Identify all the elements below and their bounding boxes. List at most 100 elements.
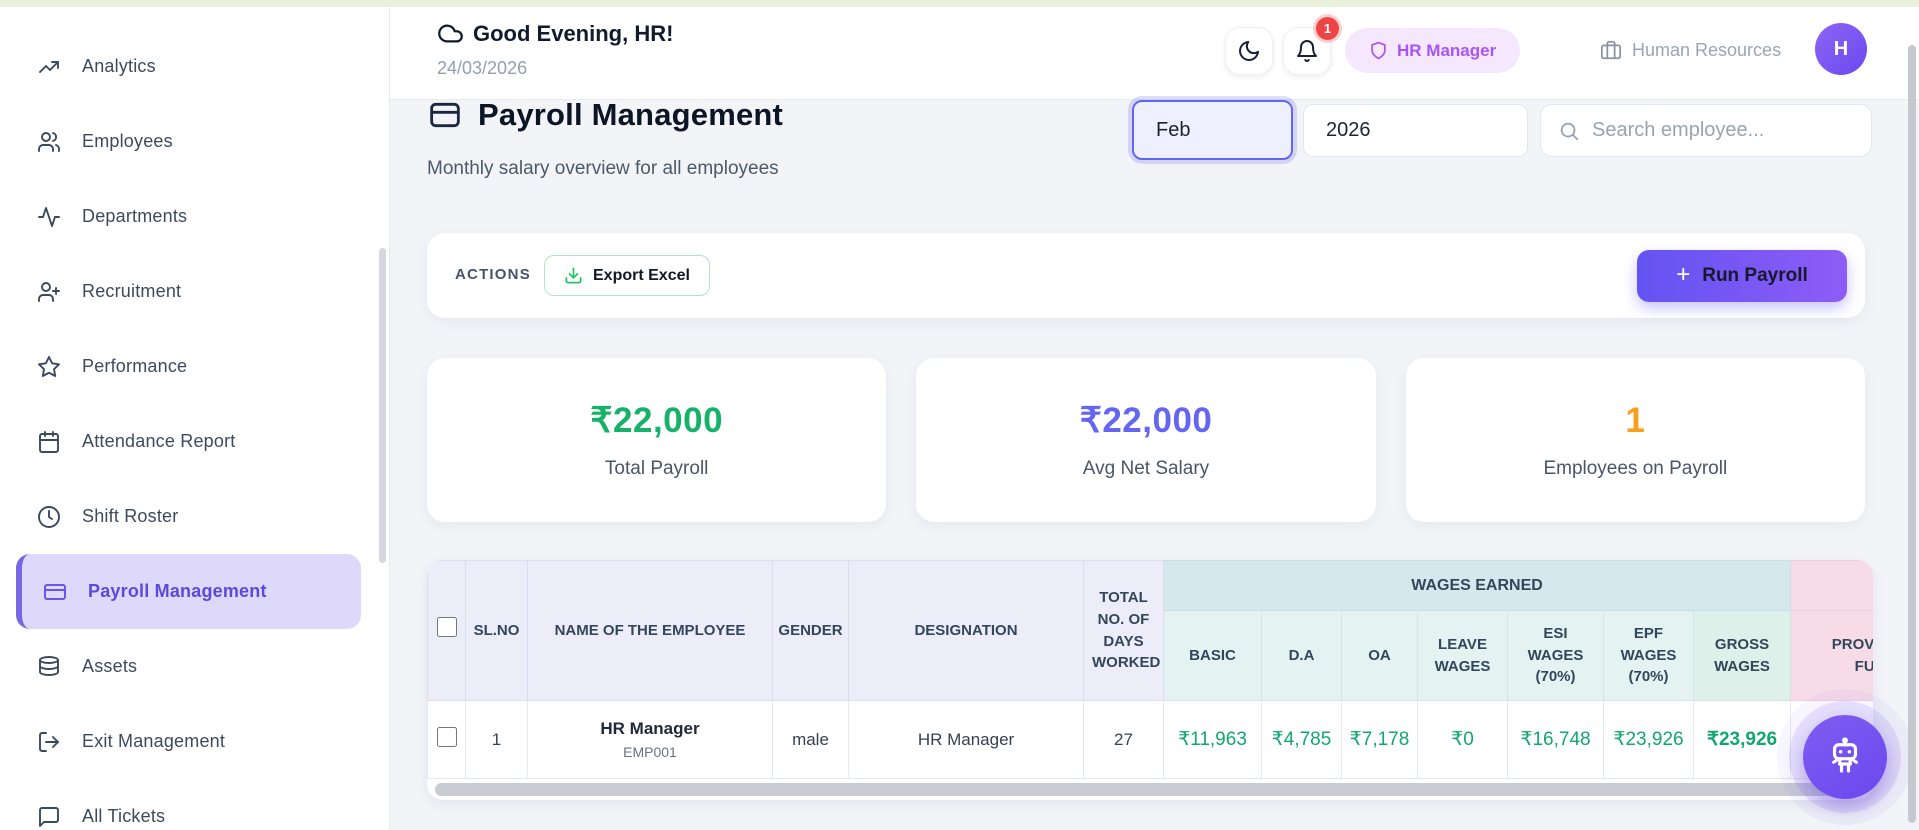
- total-payroll-label: Total Payroll: [604, 457, 709, 479]
- cell-days-worked: 27: [1083, 700, 1164, 779]
- table-row[interactable]: 1 HR Manager EMP001 male HR Manager 27 ₹…: [427, 700, 1873, 779]
- search-icon: [1558, 120, 1580, 142]
- sidebar: Analytics Employees Departments Recruitm…: [0, 7, 390, 830]
- year-select-value: 2026: [1326, 119, 1371, 141]
- briefcase-icon: [1600, 39, 1622, 61]
- role-badge[interactable]: HR Manager: [1345, 28, 1521, 73]
- cell-gross-wages: ₹23,926: [1692, 700, 1792, 779]
- sidebar-item-label: Exit Management: [82, 731, 226, 751]
- stat-card-avg-net-salary: ₹22,000 Avg Net Salary: [916, 358, 1376, 522]
- sidebar-scrollbar-thumb[interactable]: [379, 248, 386, 563]
- stat-card-employees-on-payroll: 1 Employees on Payroll: [1405, 358, 1865, 522]
- select-all-checkbox[interactable]: [436, 617, 457, 638]
- plus-icon: +: [1676, 261, 1691, 288]
- col-header-name: NAME OF THE EMPLOYEE: [527, 560, 773, 701]
- avatar[interactable]: H: [1815, 23, 1867, 75]
- actions-card: ACTIONS Export Excel + Run Payroll: [427, 233, 1865, 318]
- col-header-designation: DESIGNATION: [848, 560, 1084, 701]
- activity-icon: [37, 205, 61, 229]
- payroll-title-icon: [427, 99, 463, 131]
- export-excel-label: Export Excel: [593, 266, 690, 284]
- stats-row: ₹22,000 Total Payroll ₹22,000 Avg Net Sa…: [427, 358, 1865, 522]
- page-subtitle: Monthly salary overview for all employee…: [427, 158, 779, 179]
- cell-employee-name: HR Manager EMP001: [527, 700, 773, 779]
- department-label: Human Resources: [1632, 39, 1782, 60]
- top-header: Good Evening, HR! 24/03/2026 1 HR Manage…: [390, 7, 1919, 100]
- credit-card-icon: [43, 580, 67, 604]
- payroll-table-card: SL.NO NAME OF THE EMPLOYEE GENDER DESIGN…: [427, 560, 1873, 800]
- employee-id: EMP001: [623, 744, 677, 760]
- month-select[interactable]: Feb: [1132, 100, 1293, 160]
- moon-icon: [1237, 39, 1261, 63]
- sidebar-item-label: Employees: [82, 131, 173, 151]
- search-input[interactable]: [1592, 119, 1842, 142]
- page-vertical-scrollbar[interactable]: [1908, 45, 1916, 823]
- employee-search: [1540, 104, 1872, 157]
- sidebar-item-label: Shift Roster: [82, 506, 179, 526]
- year-select[interactable]: 2026: [1303, 104, 1528, 157]
- cell-designation: HR Manager: [848, 700, 1084, 779]
- bell-icon: [1295, 39, 1319, 63]
- dark-mode-toggle[interactable]: [1225, 27, 1273, 75]
- table-horizontal-scrollbar[interactable]: [435, 783, 1861, 796]
- cell-epf-wages: ₹23,926: [1603, 700, 1694, 779]
- col-header-gross-wages: GROSS WAGES: [1692, 610, 1792, 701]
- cell-basic: ₹11,963: [1163, 700, 1262, 779]
- sidebar-item-recruitment[interactable]: Recruitment: [0, 254, 389, 329]
- avg-net-salary-label: Avg Net Salary: [1082, 457, 1210, 479]
- export-excel-button[interactable]: Export Excel: [544, 255, 710, 296]
- top-accent-strip: [0, 0, 1919, 7]
- col-header-days-worked: TOTAL NO. OF DAYS WORKED: [1083, 560, 1164, 701]
- clock-icon: [37, 505, 61, 529]
- database-icon: [37, 655, 61, 679]
- run-payroll-button[interactable]: + Run Payroll: [1637, 250, 1847, 302]
- message-square-icon: [37, 805, 61, 829]
- provident-fund-group-spacer: [1790, 560, 1873, 611]
- employee-name: HR Manager: [600, 719, 700, 738]
- col-header-basic: BASIC: [1163, 610, 1262, 701]
- sidebar-item-shift-roster[interactable]: Shift Roster: [0, 479, 389, 554]
- sidebar-item-label: Recruitment: [82, 281, 182, 301]
- cell-slno: 1: [465, 700, 528, 779]
- col-header-leave-wages: LEAVE WAGES: [1417, 610, 1508, 701]
- sidebar-item-assets[interactable]: Assets: [0, 629, 389, 704]
- sidebar-item-label: Payroll Management: [88, 581, 267, 601]
- col-header-epf-wages: EPF WAGES (70%): [1603, 610, 1694, 701]
- sidebar-item-employees[interactable]: Employees: [0, 104, 389, 179]
- cell-leave-wages: ₹0: [1417, 700, 1508, 779]
- col-header-da: D.A: [1261, 610, 1342, 701]
- total-payroll-value: ₹22,000: [590, 400, 724, 440]
- user-plus-icon: [37, 280, 61, 304]
- header-date: 24/03/2026: [437, 58, 528, 78]
- sidebar-item-exit-management[interactable]: Exit Management: [0, 704, 389, 779]
- sidebar-item-label: All Tickets: [82, 806, 166, 826]
- col-header-oa: OA: [1341, 610, 1418, 701]
- row-checkbox[interactable]: [436, 727, 457, 747]
- greeting-text: Good Evening, HR!: [473, 20, 674, 46]
- employees-on-payroll-value: 1: [1625, 400, 1646, 440]
- trending-up-icon: [37, 55, 61, 79]
- robot-icon: [1824, 736, 1866, 778]
- chatbot-fab[interactable]: [1803, 715, 1887, 799]
- sidebar-item-attendance-report[interactable]: Attendance Report: [0, 404, 389, 479]
- notification-badge: 1: [1316, 17, 1339, 40]
- cell-esi-wages: ₹16,748: [1507, 700, 1604, 779]
- sidebar-item-payroll-management[interactable]: Payroll Management: [16, 554, 361, 629]
- department-indicator: Human Resources: [1600, 39, 1781, 61]
- sidebar-item-label: Attendance Report: [82, 431, 236, 451]
- actions-section-label: ACTIONS: [455, 266, 531, 283]
- cloud-icon: [437, 20, 464, 47]
- run-payroll-label: Run Payroll: [1702, 265, 1808, 286]
- sidebar-item-analytics[interactable]: Analytics: [0, 29, 389, 104]
- calendar-icon: [37, 430, 61, 454]
- col-header-esi-wages: ESI WAGES (70%): [1507, 610, 1604, 701]
- wages-earned-group-header: WAGES EARNED: [1162, 560, 1792, 611]
- sidebar-item-departments[interactable]: Departments: [0, 179, 389, 254]
- cell-gender: male: [772, 700, 849, 779]
- sidebar-item-all-tickets[interactable]: All Tickets: [0, 779, 389, 830]
- download-icon: [564, 266, 583, 285]
- sidebar-item-performance[interactable]: Performance: [0, 329, 389, 404]
- avg-net-salary-value: ₹22,000: [1079, 400, 1213, 440]
- select-all-cell: [427, 560, 466, 701]
- row-select-cell: [427, 700, 466, 779]
